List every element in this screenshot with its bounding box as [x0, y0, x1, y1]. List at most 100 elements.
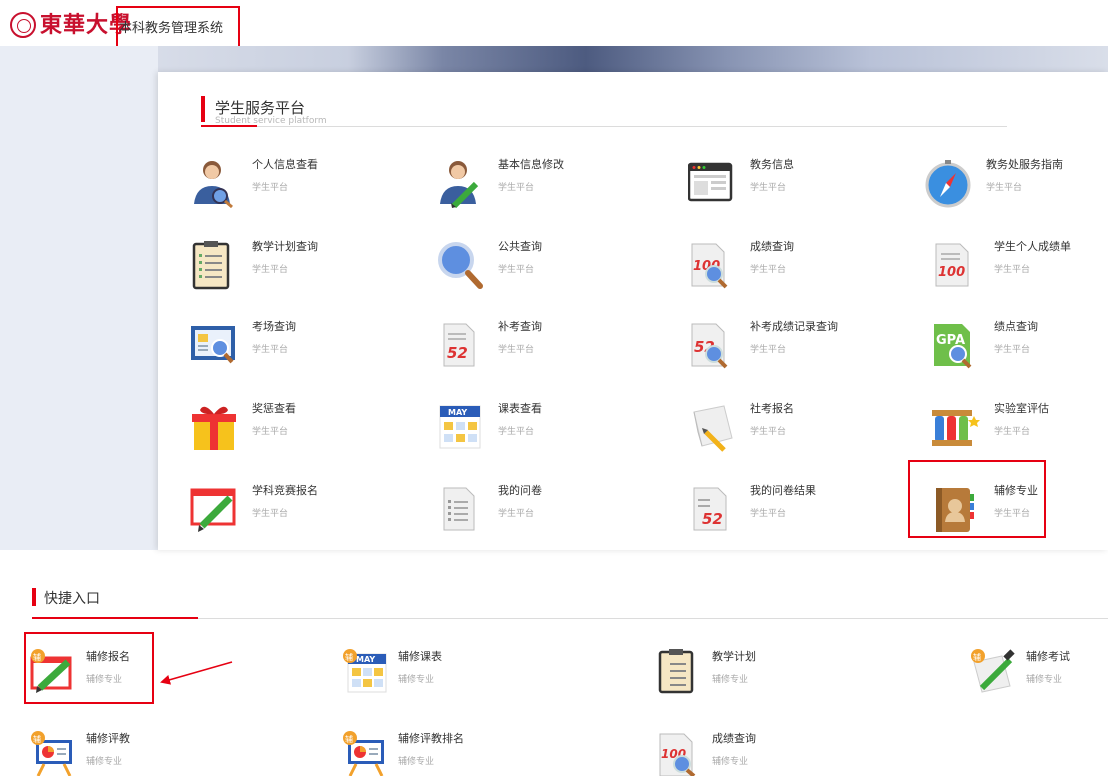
- tile-title: 学科竞赛报名: [252, 484, 318, 497]
- tile-title: 奖惩查看: [252, 402, 296, 415]
- tile-title: 辅修评教排名: [398, 732, 464, 745]
- tile-subtitle: 学生平台: [252, 265, 289, 275]
- tile-title: 我的问卷: [498, 484, 542, 497]
- tile-subtitle: 学生平台: [252, 183, 289, 193]
- section-divider-accent: [32, 617, 198, 619]
- tile-makeup-score-record[interactable]: 52 补考成绩记录查询 学生平台: [688, 316, 888, 378]
- svg-text:MAY: MAY: [448, 408, 467, 417]
- tile-rewards-punishments[interactable]: 奖惩查看 学生平台: [190, 398, 390, 460]
- section-title-student-platform: 学生服务平台: [215, 99, 306, 117]
- window-pencil-icon: [190, 488, 236, 532]
- paper-pen-icon: [693, 405, 733, 452]
- svg-text:辅: 辅: [973, 652, 981, 662]
- tile-makeup-exam-query[interactable]: 52 补考查询 学生平台: [436, 316, 636, 378]
- tile-social-exam-register[interactable]: 社考报名 学生平台: [688, 398, 888, 460]
- tile-my-questionnaire-result[interactable]: 52 我的问卷结果 学生平台: [688, 480, 888, 542]
- tile-title: 我的问卷结果: [750, 484, 816, 497]
- user-search-icon: [194, 161, 233, 208]
- gift-box-icon: [192, 406, 236, 450]
- tile-subtitle: 学生平台: [750, 265, 787, 275]
- tile-subtitle: 学生平台: [994, 265, 1031, 275]
- tile-subtitle: 学生平台: [498, 345, 535, 355]
- svg-text:辅: 辅: [33, 734, 41, 744]
- tile-teaching-plan-query[interactable]: 教学计划查询 学生平台: [190, 236, 390, 298]
- tile-transcript[interactable]: 100 学生个人成绩单 学生平台: [932, 236, 1108, 298]
- makeup-score-search-icon: 52: [691, 323, 728, 369]
- tile-title: 补考成绩记录查询: [750, 320, 838, 333]
- tile-title: 成绩查询: [712, 732, 756, 745]
- score-search-icon: 100: [691, 243, 728, 289]
- compass-icon: [925, 160, 971, 208]
- tile-subtitle: 学生平台: [252, 345, 289, 355]
- tile-subtitle: 学生平台: [750, 183, 787, 193]
- browser-window-icon: [688, 162, 733, 202]
- tile-title: 教学计划: [712, 650, 756, 663]
- calendar-icon: MAY: [439, 405, 481, 449]
- tile-gpa-query[interactable]: GPA 绩点查询 学生平台: [932, 316, 1108, 378]
- tile-title: 考场查询: [252, 320, 296, 333]
- tile-subtitle: 学生平台: [252, 427, 289, 437]
- tile-subtitle: 学生平台: [498, 427, 535, 437]
- tile-service-guide[interactable]: 教务处服务指南 学生平台: [924, 154, 1108, 216]
- evaluation-ranking-icon: 辅: [343, 731, 384, 776]
- questionnaire-result-icon: 52: [693, 487, 727, 531]
- svg-text:辅: 辅: [345, 734, 353, 744]
- tile-title: 学生个人成绩单: [994, 240, 1071, 253]
- tile-competition-register[interactable]: 学科竞赛报名 学生平台: [190, 480, 390, 542]
- user-edit-icon: [440, 161, 479, 208]
- tile-title: 绩点查询: [994, 320, 1038, 333]
- tile-public-query[interactable]: 公共查询 学生平台: [436, 236, 636, 298]
- tile-academic-info[interactable]: 教务信息 学生平台: [688, 154, 888, 216]
- svg-text:MAY: MAY: [356, 655, 375, 664]
- tile-subtitle: 学生平台: [994, 427, 1031, 437]
- tile-subtitle: 学生平台: [750, 427, 787, 437]
- teaching-plan-icon: [658, 649, 694, 694]
- gpa-search-icon: GPA: [934, 324, 972, 369]
- tile-title: 个人信息查看: [252, 158, 318, 171]
- tile-score-query[interactable]: 100 成绩查询 学生平台: [688, 236, 888, 298]
- tile-subtitle: 学生平台: [252, 509, 289, 519]
- minor-evaluation-icon: 辅: [31, 731, 72, 776]
- section-divider-accent: [201, 125, 257, 127]
- tile-exam-room-query[interactable]: 考场查询 学生平台: [190, 316, 390, 378]
- section-title-quick-entry: 快捷入口: [44, 591, 100, 607]
- tile-title: 实验室评估: [994, 402, 1049, 415]
- sidebar-background: [0, 46, 158, 550]
- minor-timetable-icon: MAY辅: [343, 649, 387, 693]
- highlight-box-minor-register: [24, 632, 154, 704]
- tile-my-questionnaire[interactable]: 我的问卷 学生平台: [436, 480, 636, 542]
- tile-subtitle: 学生平台: [750, 345, 787, 355]
- tile-title: 基本信息修改: [498, 158, 564, 171]
- clipboard-checklist-icon: [192, 241, 230, 290]
- minor-exam-icon: 辅: [971, 649, 1015, 693]
- quick-item-minor-exam[interactable]: 辅 辅修考试 辅修专业: [970, 646, 1108, 702]
- tile-title: 补考查询: [498, 320, 542, 333]
- tile-timetable[interactable]: MAY 课表查看 学生平台: [436, 398, 636, 460]
- quick-item-teaching-plan[interactable]: 教学计划 辅修专业: [656, 646, 856, 702]
- tile-title: 辅修课表: [398, 650, 442, 663]
- score-sheet-icon: 100: [935, 243, 969, 287]
- tile-subtitle: 辅修专业: [398, 675, 435, 685]
- highlight-box-minor-major: [908, 460, 1046, 538]
- tile-subtitle: 辅修专业: [712, 675, 749, 685]
- svg-text:52: 52: [447, 344, 468, 362]
- tile-subtitle: 学生平台: [498, 265, 535, 275]
- tile-subtitle: 辅修专业: [398, 757, 435, 767]
- tile-subtitle: 学生平台: [750, 509, 787, 519]
- tile-subtitle: 学生平台: [498, 183, 535, 193]
- tile-title: 教学计划查询: [252, 240, 318, 253]
- tile-title: 社考报名: [750, 402, 794, 415]
- tile-lab-evaluation[interactable]: 实验室评估 学生平台: [932, 398, 1108, 460]
- makeup-exam-icon: 52: [443, 323, 475, 367]
- tile-basic-info-edit[interactable]: 基本信息修改 学生平台: [436, 154, 636, 216]
- tile-title: 成绩查询: [750, 240, 794, 253]
- quick-item-minor-timetable[interactable]: MAY 辅 辅修课表 辅修专业: [342, 646, 542, 702]
- exam-room-icon: [191, 326, 235, 364]
- tile-subtitle: 学生平台: [994, 345, 1031, 355]
- svg-text:100: 100: [938, 265, 965, 280]
- svg-text:辅: 辅: [345, 652, 353, 662]
- header-banner: [158, 46, 1108, 72]
- minor-score-search-icon: 100: [659, 733, 696, 776]
- section-marker: [32, 588, 36, 606]
- tile-personal-info[interactable]: 个人信息查看 学生平台: [190, 154, 390, 216]
